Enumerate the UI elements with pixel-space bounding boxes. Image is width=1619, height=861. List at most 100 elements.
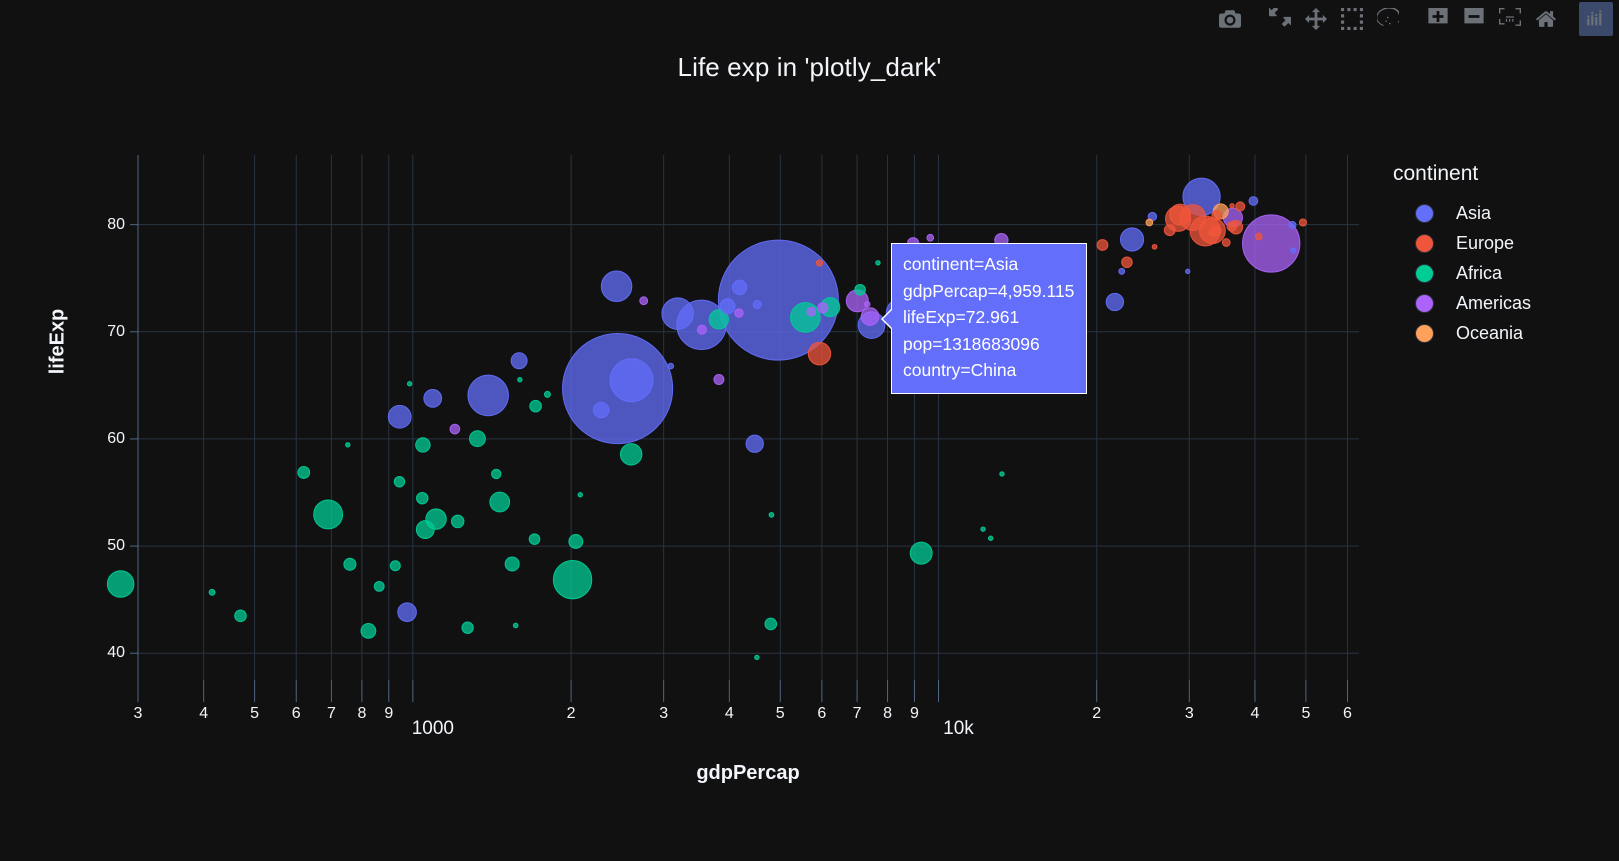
data-point[interactable] bbox=[1185, 268, 1191, 275]
legend-item-oceania[interactable]: Oceania bbox=[1393, 318, 1531, 348]
data-point[interactable] bbox=[1290, 247, 1297, 254]
data-point[interactable] bbox=[592, 401, 610, 419]
data-point[interactable] bbox=[875, 260, 881, 266]
zoom-out-icon[interactable] bbox=[1457, 2, 1491, 36]
pan-icon[interactable] bbox=[1299, 2, 1333, 36]
legend-item-europe[interactable]: Europe bbox=[1393, 228, 1531, 258]
data-point[interactable] bbox=[489, 491, 511, 513]
data-point[interactable] bbox=[106, 570, 135, 598]
data-point[interactable] bbox=[1235, 201, 1246, 212]
data-point[interactable] bbox=[807, 341, 832, 366]
data-point[interactable] bbox=[988, 535, 994, 541]
data-point[interactable] bbox=[1145, 218, 1154, 227]
data-point[interactable] bbox=[343, 557, 357, 571]
data-point[interactable] bbox=[639, 296, 649, 306]
data-point[interactable] bbox=[1229, 203, 1235, 209]
data-points[interactable] bbox=[106, 177, 1307, 661]
data-point[interactable] bbox=[552, 560, 593, 600]
data-point[interactable] bbox=[1248, 196, 1259, 206]
data-point[interactable] bbox=[752, 300, 762, 310]
data-point[interactable] bbox=[1298, 218, 1307, 227]
data-point[interactable] bbox=[1169, 203, 1192, 226]
data-point[interactable] bbox=[416, 491, 429, 505]
data-point[interactable] bbox=[469, 430, 486, 448]
data-point[interactable] bbox=[504, 556, 520, 572]
data-point[interactable] bbox=[600, 270, 633, 303]
data-point[interactable] bbox=[491, 468, 502, 480]
legend-item-americas[interactable]: Americas bbox=[1393, 288, 1531, 318]
data-point[interactable] bbox=[512, 622, 519, 629]
plot-area[interactable] bbox=[106, 155, 1359, 702]
plotly-logo-icon[interactable] bbox=[1579, 2, 1613, 36]
data-point[interactable] bbox=[415, 520, 435, 539]
legend-item-africa[interactable]: Africa bbox=[1393, 258, 1531, 288]
data-point[interactable] bbox=[467, 374, 509, 417]
data-point[interactable] bbox=[543, 390, 551, 398]
data-point[interactable] bbox=[313, 499, 344, 530]
data-point[interactable] bbox=[1151, 243, 1158, 250]
data-point[interactable] bbox=[860, 307, 880, 326]
data-point[interactable] bbox=[667, 362, 675, 370]
data-point[interactable] bbox=[529, 399, 542, 413]
data-point[interactable] bbox=[1118, 267, 1126, 275]
data-point[interactable] bbox=[387, 404, 412, 429]
data-point[interactable] bbox=[980, 526, 986, 532]
data-point[interactable] bbox=[764, 617, 778, 631]
data-point[interactable] bbox=[450, 514, 465, 529]
data-point[interactable] bbox=[806, 306, 817, 317]
data-point[interactable] bbox=[568, 534, 584, 549]
data-point[interactable] bbox=[373, 580, 385, 592]
data-point[interactable] bbox=[609, 358, 654, 403]
autoscale-icon[interactable] bbox=[1493, 2, 1527, 36]
data-point[interactable] bbox=[815, 259, 824, 267]
data-point[interactable] bbox=[1119, 227, 1145, 252]
lasso-select-icon[interactable] bbox=[1371, 2, 1405, 36]
data-point[interactable] bbox=[1105, 292, 1125, 312]
zoom-in-icon[interactable] bbox=[1421, 2, 1455, 36]
data-point[interactable] bbox=[1121, 256, 1133, 269]
legend-items[interactable]: Asia Europe Africa Americas Oceania bbox=[1393, 198, 1531, 348]
data-point[interactable] bbox=[754, 654, 760, 661]
data-point[interactable] bbox=[999, 471, 1005, 477]
data-point[interactable] bbox=[768, 512, 775, 518]
data-point[interactable] bbox=[790, 302, 821, 333]
data-point[interactable] bbox=[713, 373, 725, 385]
data-point[interactable] bbox=[719, 298, 736, 315]
data-point[interactable] bbox=[393, 475, 406, 488]
data-point[interactable] bbox=[909, 541, 933, 565]
data-point[interactable] bbox=[406, 381, 413, 387]
data-point[interactable] bbox=[734, 308, 744, 318]
zoom-icon[interactable] bbox=[1263, 2, 1297, 36]
data-point[interactable] bbox=[517, 376, 523, 383]
plotly-modebar[interactable] bbox=[1213, 2, 1613, 36]
data-point[interactable] bbox=[745, 434, 764, 453]
data-point[interactable] bbox=[1221, 238, 1231, 247]
data-point[interactable] bbox=[297, 466, 311, 479]
download-plot-icon[interactable] bbox=[1213, 2, 1247, 36]
data-point[interactable] bbox=[234, 609, 247, 623]
data-point[interactable] bbox=[528, 533, 541, 545]
data-point[interactable] bbox=[415, 437, 431, 453]
data-point[interactable] bbox=[1163, 224, 1176, 237]
data-point[interactable] bbox=[817, 302, 829, 314]
reset-axes-home-icon[interactable] bbox=[1529, 2, 1563, 36]
data-point[interactable] bbox=[577, 492, 583, 498]
data-point[interactable] bbox=[345, 442, 351, 448]
data-point[interactable] bbox=[389, 560, 401, 572]
legend-item-asia[interactable]: Asia bbox=[1393, 198, 1531, 228]
data-point[interactable] bbox=[1211, 209, 1223, 221]
legend[interactable]: continent Asia Europe Africa Americas Oceani… bbox=[1393, 162, 1531, 348]
data-point[interactable] bbox=[423, 388, 443, 408]
data-point[interactable] bbox=[731, 279, 748, 296]
data-point[interactable] bbox=[1096, 239, 1109, 251]
data-point[interactable] bbox=[510, 352, 528, 370]
data-point[interactable] bbox=[1254, 232, 1263, 241]
data-point[interactable] bbox=[696, 324, 707, 335]
data-point[interactable] bbox=[854, 283, 866, 296]
data-point[interactable] bbox=[360, 623, 377, 639]
data-point[interactable] bbox=[1208, 227, 1217, 237]
data-point[interactable] bbox=[208, 588, 216, 596]
box-select-icon[interactable] bbox=[1335, 2, 1369, 36]
data-point[interactable] bbox=[1226, 221, 1237, 232]
data-point[interactable] bbox=[864, 300, 871, 308]
